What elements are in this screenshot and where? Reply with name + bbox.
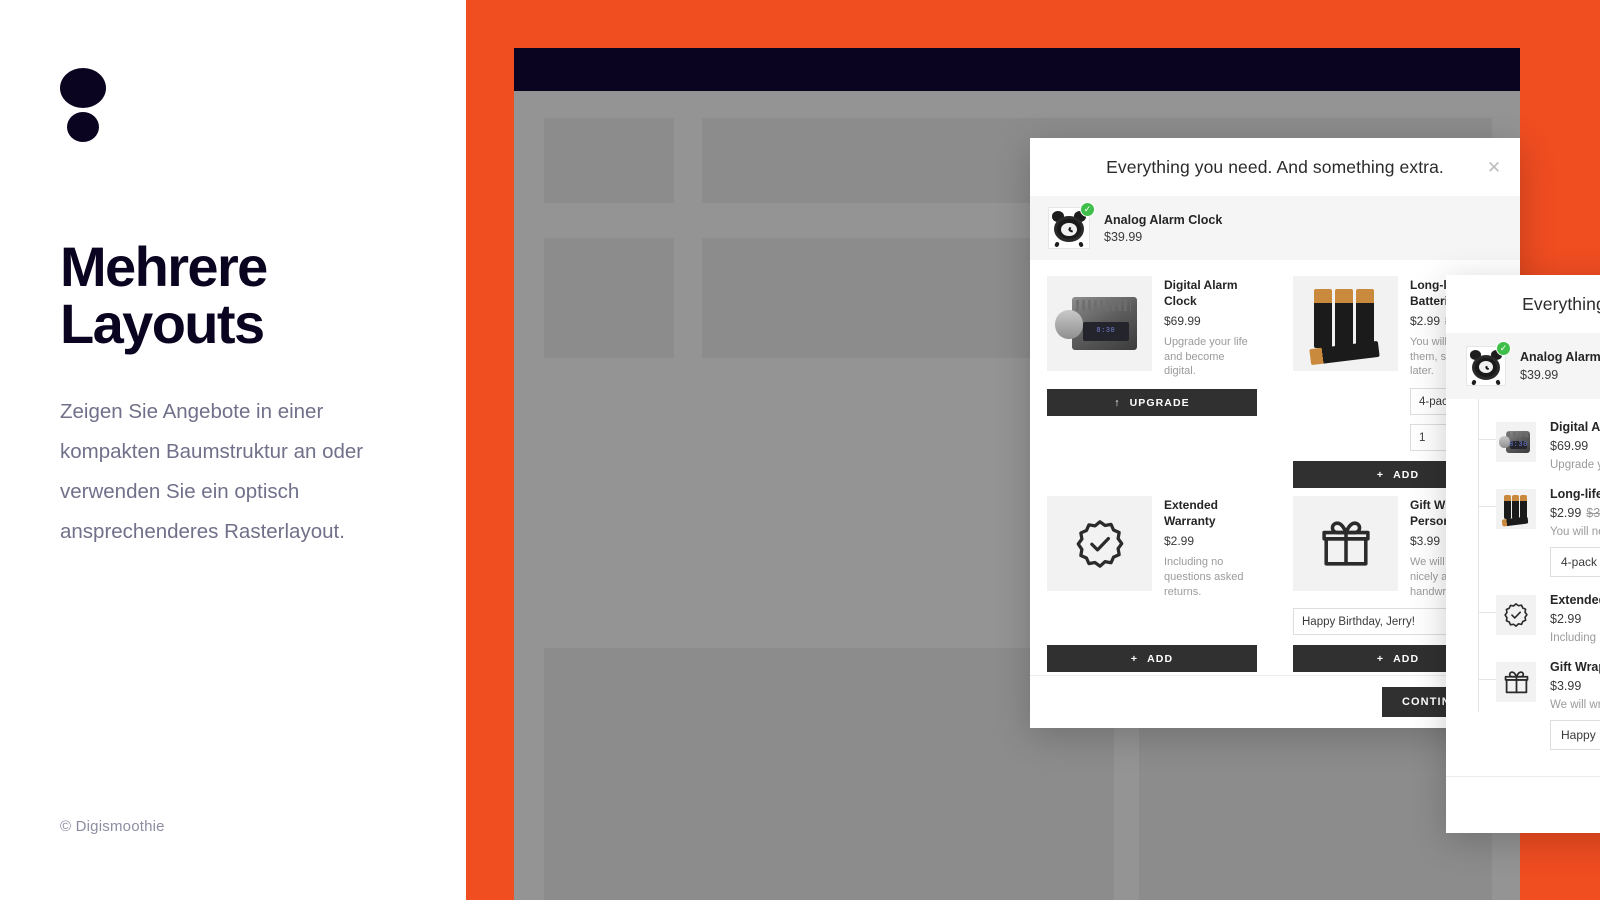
main-product-info: Analog Alarm Clock $39.99 bbox=[1520, 350, 1600, 382]
placeholder-block bbox=[544, 238, 674, 358]
gift-box-icon bbox=[1496, 662, 1536, 702]
gift-box-icon bbox=[1293, 496, 1398, 592]
modal-title: Everything you need. And something extra… bbox=[1522, 293, 1600, 314]
logo-dot-large bbox=[60, 68, 106, 108]
offer-image bbox=[1047, 496, 1152, 592]
upgrade-button-label: UPGRADE bbox=[1129, 396, 1190, 409]
plus-icon: + bbox=[1376, 652, 1385, 665]
offer-image bbox=[1293, 276, 1398, 371]
add-button-label: ADD bbox=[1147, 652, 1174, 665]
offer-tree: 8:30 Digital Alarm Clock $69.99 Upgrade … bbox=[1446, 399, 1600, 769]
offer-image: 8:30 bbox=[1496, 422, 1536, 462]
main-product-thumbnail: ✓ bbox=[1466, 341, 1511, 386]
tree-branch-line bbox=[1478, 679, 1496, 680]
upgrade-button[interactable]: ↑ UPGRADE bbox=[1047, 389, 1257, 417]
offer-name: Gift Wrap with Personal Note bbox=[1550, 660, 1600, 674]
offer-image bbox=[1496, 489, 1536, 529]
offer-card: Extended Warranty $2.99 Including no que… bbox=[1047, 496, 1257, 673]
offer-price: $2.99 bbox=[1164, 534, 1195, 549]
offer-name: Extended Warranty bbox=[1550, 593, 1600, 607]
add-button-label: ADD bbox=[1393, 468, 1420, 481]
tree-connector-line bbox=[1478, 399, 1479, 712]
plus-icon: + bbox=[1376, 468, 1385, 481]
modal-header: Everything you need. And something extra… bbox=[1030, 138, 1520, 196]
offer-list-item: Gift Wrap with Personal Note $3.99 We wi… bbox=[1478, 653, 1600, 759]
offer-name: Digital Alarm Clock bbox=[1164, 278, 1238, 308]
offer-image bbox=[1496, 662, 1536, 702]
plus-icon: + bbox=[1130, 652, 1139, 665]
batteries-icon bbox=[1496, 489, 1536, 529]
left-info-panel: Mehrere Layouts Zeigen Sie Angebote in e… bbox=[0, 0, 466, 900]
logo-dot-small bbox=[67, 112, 99, 142]
offer-card: 8:30 Digital Alarm Clock $69.99 Upgrade … bbox=[1047, 276, 1257, 488]
offer-image: 8:30 bbox=[1047, 276, 1152, 371]
offer-name: Long-life Batteries bbox=[1550, 487, 1600, 501]
selected-check-icon: ✓ bbox=[1080, 202, 1095, 217]
main-product-name: Analog Alarm Clock bbox=[1520, 350, 1600, 364]
offer-price: $69.99 bbox=[1164, 314, 1201, 329]
warranty-badge-icon bbox=[1047, 496, 1152, 592]
offer-grid-row: Extended Warranty $2.99 Including no que… bbox=[1047, 496, 1503, 673]
pack-size-select[interactable]: 4-pack ▲▼ bbox=[1550, 547, 1600, 577]
tree-branch-line bbox=[1478, 612, 1496, 613]
modal-header: Everything you need. And something extra… bbox=[1446, 275, 1600, 333]
offer-description: We will wrap it nicely and add a handwri… bbox=[1550, 699, 1600, 711]
page-title: Mehrere Layouts bbox=[60, 235, 268, 356]
gift-note-input[interactable]: Happy Birthday, Jerry! bbox=[1550, 720, 1600, 750]
orange-showcase-canvas: Everything you need. And something extra… bbox=[466, 0, 1600, 900]
storefront-topbar bbox=[514, 48, 1520, 91]
digital-alarm-clock-icon: 8:30 bbox=[1496, 422, 1536, 462]
offer-list-item: 8:30 Digital Alarm Clock $69.99 Upgrade … bbox=[1478, 413, 1600, 480]
offer-price: $2.99 $3.99 bbox=[1550, 506, 1600, 520]
pack-size-value: 4-pack bbox=[1561, 555, 1598, 569]
offer-description: Upgrade your life and become digital. bbox=[1550, 459, 1600, 471]
close-icon[interactable]: ✕ bbox=[1484, 157, 1504, 177]
copyright-text: © Digismoothie bbox=[60, 818, 165, 835]
main-product-price: $39.99 bbox=[1520, 368, 1559, 382]
main-product-info: Analog Alarm Clock $39.99 bbox=[1104, 213, 1222, 244]
main-product-thumbnail: ✓ bbox=[1048, 202, 1095, 249]
offer-sale-price: $2.99 bbox=[1550, 506, 1582, 520]
modal-title: Everything you need. And something extra… bbox=[1106, 156, 1444, 177]
modal-footer: CONTINUE › bbox=[1446, 776, 1600, 833]
digital-alarm-clock-icon: 8:30 bbox=[1047, 276, 1152, 371]
offer-image bbox=[1496, 595, 1536, 635]
main-product-name: Analog Alarm Clock bbox=[1104, 212, 1223, 227]
offer-price: $69.99 bbox=[1550, 439, 1589, 453]
offer-description: Including no questions asked returns. bbox=[1164, 556, 1244, 598]
warranty-badge-icon bbox=[1496, 595, 1536, 635]
offer-grid-row: 8:30 Digital Alarm Clock $69.99 Upgrade … bbox=[1047, 276, 1503, 489]
upgrade-arrow-icon: ↑ bbox=[1114, 396, 1121, 409]
main-product-summary: ✓ Analog Alarm Clock $39.99 bbox=[1446, 333, 1600, 399]
offer-description: Including no questions asked returns. bbox=[1550, 632, 1600, 644]
offer-list-item: Extended Warranty $2.99 Including no que… bbox=[1478, 586, 1600, 653]
page-subcopy: Zeigen Sie Angebote in einer kompakten B… bbox=[60, 400, 364, 543]
offer-description: You will need them, sooner or later. bbox=[1550, 526, 1600, 538]
offer-description: Upgrade your life and become digital. bbox=[1164, 336, 1248, 378]
digismoothie-logo-icon bbox=[60, 68, 106, 146]
batteries-icon bbox=[1293, 276, 1398, 371]
offer-price: $2.99 bbox=[1550, 612, 1582, 626]
offer-list-item: Long-life Batteries $2.99 $3.99 You will … bbox=[1478, 480, 1600, 586]
main-product-summary: ✓ Analog Alarm Clock $39.99 bbox=[1030, 196, 1520, 260]
placeholder-block bbox=[544, 648, 1114, 900]
offer-name: Digital Alarm Clock bbox=[1550, 420, 1600, 434]
main-product-price: $39.99 bbox=[1104, 229, 1143, 244]
offer-compare-price: $3.99 bbox=[1586, 506, 1600, 520]
tree-branch-line bbox=[1478, 439, 1496, 440]
slide-canvas: Mehrere Layouts Zeigen Sie Angebote in e… bbox=[0, 0, 1600, 900]
selected-check-icon: ✓ bbox=[1496, 341, 1511, 356]
offer-sale-price: $2.99 bbox=[1410, 314, 1441, 329]
upsell-modal-tree-layout: Everything you need. And something extra… bbox=[1446, 275, 1600, 833]
add-button[interactable]: + ADD bbox=[1047, 645, 1257, 673]
offer-price: $3.99 bbox=[1550, 679, 1582, 693]
tree-branch-line bbox=[1478, 506, 1496, 507]
offer-image bbox=[1293, 496, 1398, 592]
placeholder-block bbox=[544, 118, 674, 203]
add-button-label: ADD bbox=[1393, 652, 1420, 665]
offer-name: Extended Warranty bbox=[1164, 498, 1219, 528]
